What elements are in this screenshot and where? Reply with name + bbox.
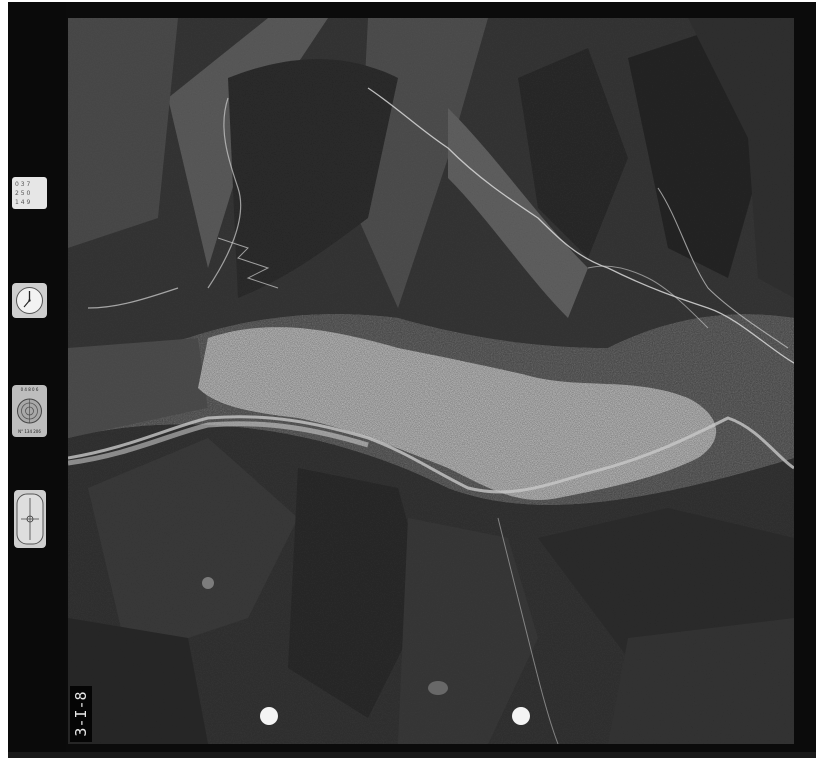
registration-hole-right <box>512 707 530 725</box>
counter-line-2: 2 5 0 <box>15 190 31 197</box>
altimeter-icon: 0 4 8 0 6 N° 134 206 <box>12 385 47 437</box>
frame-counter: 0 3 7 2 5 0 1 4 9 <box>12 177 47 209</box>
frame-label: 3-I-8 <box>70 686 92 742</box>
registration-hole-left <box>260 707 278 725</box>
film-bottom-edge <box>8 752 816 758</box>
altimeter-label-bottom: N° 134 206 <box>18 429 41 434</box>
clock-icon <box>12 283 47 318</box>
aerial-photo <box>68 18 794 744</box>
level-gauge-icon <box>14 490 46 548</box>
instrument-strip <box>8 2 66 754</box>
counter-line-1: 0 3 7 <box>15 181 31 188</box>
counter-line-3: 1 4 9 <box>15 199 31 206</box>
frame-label-text: 3-I-8 <box>72 691 90 737</box>
aerial-photo-graphic <box>68 18 794 744</box>
